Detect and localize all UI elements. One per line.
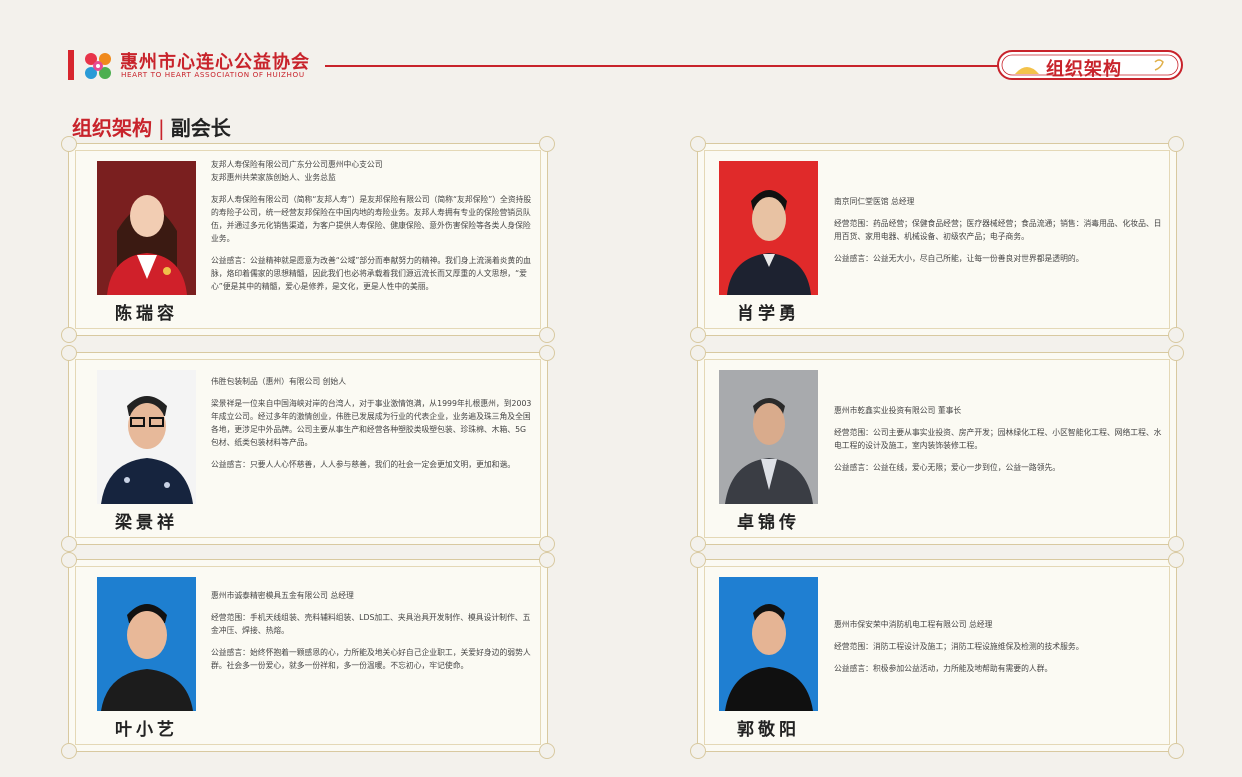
member-photo [719,161,818,295]
page-title-separator: | [158,116,165,140]
member-card: 叶小艺 惠州市诚泰精密模具五金有限公司 总经理 经营范围：手机天线组装、壳料辅料… [61,552,555,759]
member-card: 郭敬阳 惠州市保安荣中消防机电工程有限公司 总经理 经营范围：消防工程设计及施工… [690,552,1184,759]
member-name: 卓锦传 [737,513,800,533]
member-company: 惠州市诚泰精密模具五金有限公司 总经理 [211,591,354,600]
member-card: 卓锦传 惠州市乾鑫实业投资有限公司 董事长 经营范围：公司主要从事实业投资、房产… [690,345,1184,552]
header-divider [325,65,1000,67]
member-photo [97,161,196,295]
page-title-sub: 副会长 [170,116,231,140]
section-badge-label: 组织架构 [1046,59,1122,80]
page-title: 组织架构 | 副会长 [72,112,231,141]
member-body: 经营范围：消防工程设计及施工；消防工程设施维保及检测的技术服务。 [834,642,1084,651]
member-body: 友邦人寿保险有限公司（简称“友邦人寿”）是友邦保险有限公司（简称“友邦保险”）全… [211,195,532,243]
member-company: 惠州市乾鑫实业投资有限公司 董事长 [834,406,962,415]
member-description: 惠州市乾鑫实业投资有限公司 董事长 经营范围：公司主要从事实业投资、房产开发；园… [834,404,1162,483]
member-name: 叶小艺 [115,720,178,740]
member-card: 肖学勇 南京同仁堂医馆 总经理 经营范围：药品经营；保健食品经营；医疗器械经营；… [690,136,1184,343]
member-description: 南京同仁堂医馆 总经理 经营范围：药品经营；保健食品经营；医疗器械经营；食品流通… [834,195,1162,274]
member-description: 伟胜包装制品（惠州）有限公司 创始人 梁景祥是一位来自中国海峡对岸的台湾人，对于… [211,375,533,480]
member-photo [719,577,818,711]
member-card: 梁景祥 伟胜包装制品（惠州）有限公司 创始人 梁景祥是一位来自中国海峡对岸的台湾… [61,345,555,552]
member-motto: 公益感言：公益精神就是愿意为改善“公域”部分而奉献努力的精神。我们身上流淌着炎黄… [211,256,531,291]
member-photo [97,577,196,711]
member-motto: 公益感言：只要人人心怀慈善，人人参与慈善，我们的社会一定会更加文明，更加和谐。 [211,460,516,469]
member-description: 惠州市保安荣中消防机电工程有限公司 总经理 经营范围：消防工程设计及施工；消防工… [834,618,1162,684]
member-motto: 公益感言：公益无大小，尽自己所能，让每一份善良对世界都是透明的。 [834,254,1084,263]
header-accent-bar [68,50,74,80]
member-company: 伟胜包装制品（惠州）有限公司 创始人 [211,377,347,386]
member-company: 惠州市保安荣中消防机电工程有限公司 总经理 [834,620,993,629]
member-name: 梁景祥 [115,513,178,533]
page-title-main: 组织架构 [72,116,152,140]
association-logo-icon [85,53,111,79]
member-name: 郭敬阳 [737,720,800,740]
member-name: 陈瑞容 [115,304,178,324]
member-body: 梁景祥是一位来自中国海峡对岸的台湾人，对于事业激情饱满，从1999年扎根惠州，到… [211,399,532,447]
member-motto: 公益感言：始终怀抱着一颗感恩的心，力所能及地关心好自己企业职工，关爱好身边的弱势… [211,648,531,670]
member-description: 友邦人寿保险有限公司广东分公司惠州中心支公司 友邦惠州共荣家族创始人、业务总监 … [211,158,533,302]
member-motto: 公益感言：公益在线，爱心无限；爱心一步到位，公益一路领先。 [834,463,1061,472]
member-card: 陈瑞容 友邦人寿保险有限公司广东分公司惠州中心支公司 友邦惠州共荣家族创始人、业… [61,136,555,343]
member-motto: 公益感言：积极参加公益活动，力所能及地帮助有需要的人群。 [834,664,1053,673]
member-photo [97,370,196,504]
member-description: 惠州市诚泰精密模具五金有限公司 总经理 经营范围：手机天线组装、壳料辅料组装、L… [211,589,533,681]
page-header: 惠州市心连心公益协会 HEART TO HEART ASSOCIATION OF… [0,0,1242,100]
member-photo [719,370,818,504]
member-body: 经营范围：药品经营；保健食品经营；医疗器械经营；食品流通；销售：消毒用品、化妆品… [834,219,1162,241]
member-company: 南京同仁堂医馆 总经理 [834,197,915,206]
member-body: 经营范围：公司主要从事实业投资、房产开发；园林绿化工程、小区智能化工程、网络工程… [834,428,1162,450]
member-company: 友邦人寿保险有限公司广东分公司惠州中心支公司 [211,160,383,169]
member-role: 友邦惠州共荣家族创始人、业务总监 [211,173,336,182]
org-name-en: HEART TO HEART ASSOCIATION OF HUIZHOU [121,70,305,79]
member-name: 肖学勇 [737,304,800,324]
member-body: 经营范围：手机天线组装、壳料辅料组装、LDS加工、夹具治具开发制作、模具设计制作… [211,613,531,635]
